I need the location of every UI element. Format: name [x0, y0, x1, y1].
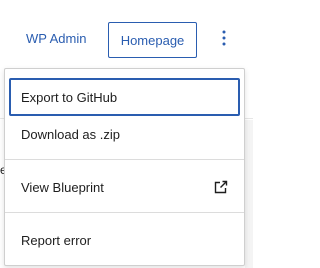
more-options-button[interactable]	[212, 26, 236, 54]
menu-separator	[5, 212, 244, 213]
homepage-button[interactable]: Homepage	[108, 22, 197, 58]
menu-item-download-zip[interactable]: Download as .zip	[9, 115, 240, 153]
top-toolbar: WP Admin Homepage	[0, 0, 253, 64]
menu-item-label: Export to GitHub	[21, 89, 118, 105]
menu-item-label: View Blueprint	[21, 179, 104, 195]
external-link-icon	[212, 178, 230, 196]
menu-item-export-to-github[interactable]: Export to GitHub	[9, 78, 240, 116]
menu-item-view-blueprint[interactable]: View Blueprint	[9, 168, 240, 206]
background-panel	[245, 120, 253, 268]
menu-item-label: Report error	[21, 232, 92, 248]
menu-item-label: Download as .zip	[21, 126, 120, 142]
menu-separator	[5, 159, 244, 160]
vertical-ellipsis-icon	[222, 30, 226, 51]
wp-admin-link[interactable]: WP Admin	[26, 31, 86, 47]
options-dropdown-menu: Export to GitHub Download as .zip View B…	[4, 68, 245, 266]
menu-item-report-error[interactable]: Report error	[9, 221, 240, 259]
